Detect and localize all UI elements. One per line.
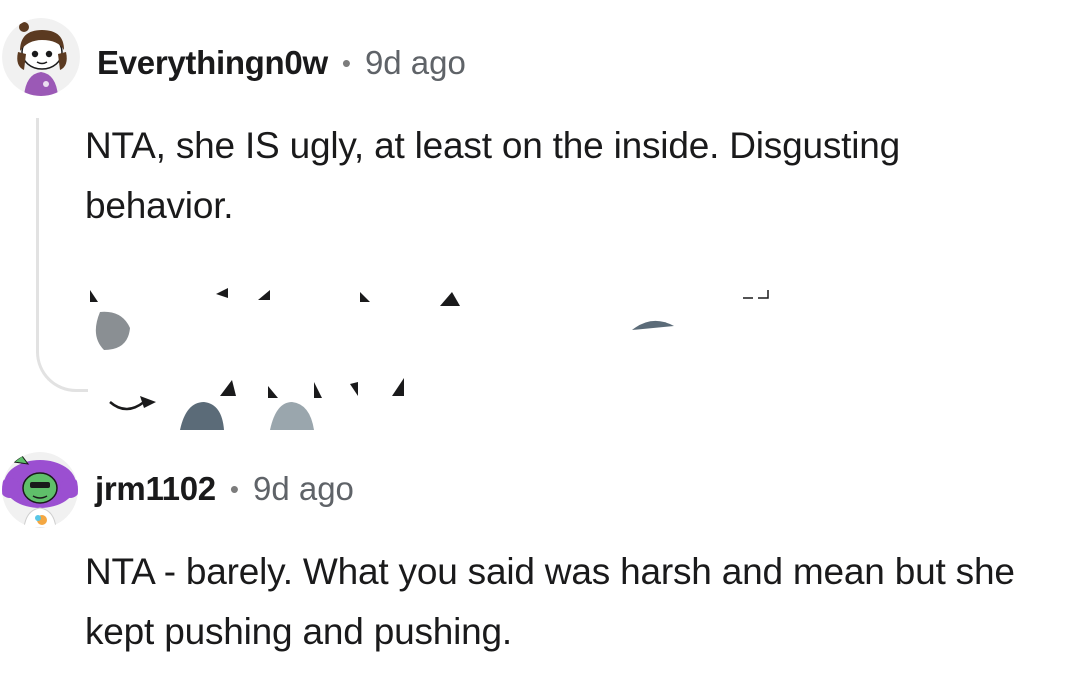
comment-header: jrm1102 • 9d ago [95, 466, 354, 512]
comment-timestamp[interactable]: 9d ago [253, 470, 354, 508]
glitch-artifact [109, 378, 404, 430]
user-avatar[interactable] [2, 18, 80, 96]
comment-body: NTA, she IS ugly, at least on the inside… [85, 125, 900, 226]
comment-body: NTA - barely. What you said was harsh an… [85, 551, 1015, 652]
user-avatar[interactable] [2, 452, 78, 528]
comment-header: Everythingn0w • 9d ago [97, 40, 466, 86]
meta-separator: • [229, 473, 239, 504]
username-link[interactable]: jrm1102 [95, 470, 216, 508]
thread-collapse-line[interactable] [36, 118, 88, 392]
glitch-artifact [90, 288, 769, 350]
username-link[interactable]: Everythingn0w [97, 44, 328, 82]
snoo-avatar-purple-shirt-icon [2, 18, 80, 96]
meta-separator: • [341, 47, 351, 78]
comment-timestamp[interactable]: 9d ago [365, 44, 466, 82]
snoo-avatar-green-purple-hair-icon [2, 452, 78, 528]
